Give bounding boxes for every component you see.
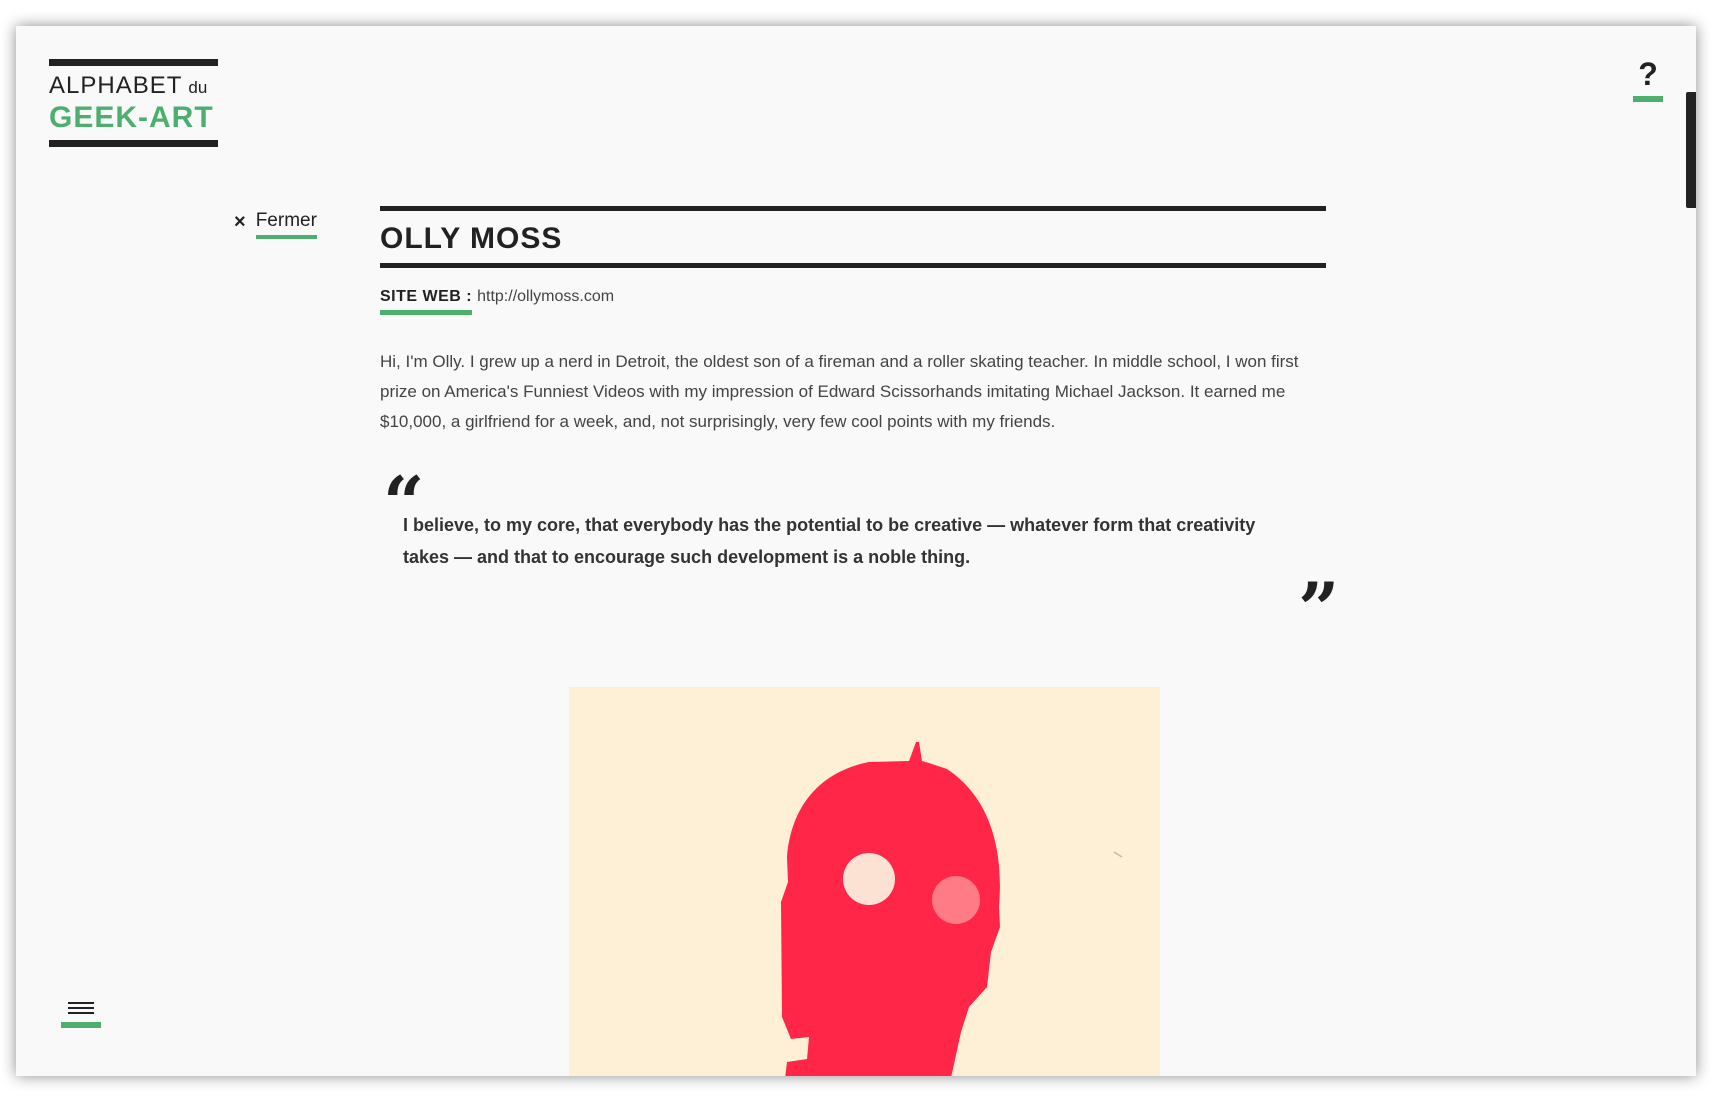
menu-underline [61, 1022, 101, 1028]
logo-line1: ALPHABET du [49, 72, 208, 99]
question-icon: ? [1638, 56, 1658, 92]
artist-quote: “ I believe, to my core, that everybody … [380, 467, 1339, 645]
browser-viewport: ALPHABET du GEEK-ART ? × Fermer OLLY MOSS… [16, 26, 1696, 1076]
logo-bottom-bar [49, 140, 218, 147]
close-button[interactable]: × Fermer [234, 208, 317, 239]
robot-head-illustration [781, 742, 1123, 1076]
logo-top-bar [49, 59, 218, 66]
artist-bio: Hi, I'm Olly. I grew up a nerd in Detroi… [380, 352, 1299, 431]
close-icon: × [234, 211, 246, 233]
artist-title-block: OLLY MOSS [380, 206, 1326, 268]
logo-line2: GEEK-ART [49, 101, 214, 134]
quote-text: I believe, to my core, that everybody ha… [403, 515, 1256, 567]
artist-name: OLLY MOSS [380, 222, 563, 255]
website-label: SITE WEB : [380, 288, 473, 315]
website-link[interactable]: http://ollymoss.com [477, 288, 614, 306]
artist-website: SITE WEB : http://ollymoss.com [380, 288, 1326, 315]
close-quote-icon: ” [1298, 566, 1340, 651]
help-underline [1633, 96, 1663, 102]
scrollbar-thumb[interactable] [1686, 92, 1696, 208]
menu-button[interactable] [61, 1002, 101, 1028]
artist-article: OLLY MOSS SITE WEB : http://ollymoss.com… [380, 206, 1339, 645]
help-button[interactable]: ? [1633, 54, 1663, 102]
artwork-image [569, 687, 1160, 1076]
close-label: Fermer [255, 208, 317, 239]
site-logo[interactable]: ALPHABET du GEEK-ART [49, 59, 218, 147]
hamburger-icon [68, 1002, 94, 1014]
